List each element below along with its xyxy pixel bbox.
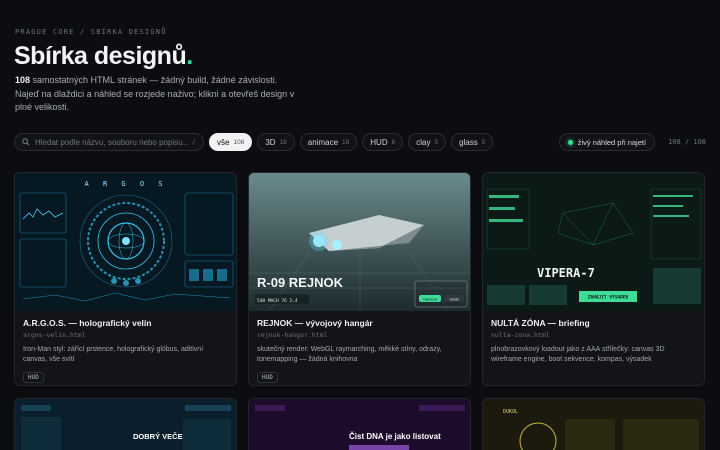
design-card[interactable]: A R G O S A.R.G.O.S. — holografický velí… [14,172,237,386]
filter-label: HUD [370,137,388,147]
card-description: Iron-Man styl: zářící prstence, holograf… [23,346,204,363]
dukol-preview: DUKOL [483,399,704,450]
breadcrumb: PRAGUE CORE / SBÍRKA DESIGNŮ [15,28,167,36]
filter-label: clay [416,137,431,147]
thumb-heading: DUKOL [503,409,518,415]
card-filename: nulta-zona.html [491,331,550,339]
filter-label: animace [307,137,339,147]
rejnok-hangar-preview: R-09 REJNOK 540 MACH 76 2,4 Objednat Det… [249,173,470,311]
filter-animace[interactable]: animace 18 [299,133,358,151]
card-info: NULTÁ ZÓNA — briefing nulta-zona.html pl… [483,311,704,383]
intro-rest: samostatných HTML stránek — žádný build,… [15,75,295,112]
card-info: REJNOK — vývojový hangár rejnok-hangar.h… [249,311,470,385]
filter-count: 18 [342,138,350,146]
filter-count: 5 [481,138,486,146]
filter-all[interactable]: vše 108 [209,133,253,151]
result-count: 108 / 108 [668,138,706,146]
search-box[interactable]: / [14,133,204,151]
filter-count: 5 [434,138,439,146]
thumb-heading: A R G O S [85,180,168,188]
filter-count: 6 [391,138,396,146]
evening-dashboard-preview: DOBRÝ VEČER, ADAME [15,399,236,450]
card-title: REJNOK — vývojový hangár [257,318,373,328]
design-card[interactable]: R-09 REJNOK 540 MACH 76 2,4 Objednat Det… [248,172,471,386]
card-description: plnobrazovkový loadout jako z AAA stříle… [491,346,665,363]
dna-preview: Čist DNA je jako listovat [249,399,470,450]
card-filename: argos-velin.html [23,331,86,339]
thumb-heading: R-09 REJNOK [257,275,344,290]
design-card[interactable]: Čist DNA je jako listovat [248,398,471,450]
filter-label: 3D [265,137,276,147]
card-thumbnail: DOBRÝ VEČER, ADAME [15,399,236,450]
thumb-stats: 540 MACH 76 2,4 [257,298,298,304]
thumb-cta: ZAHÁJIT VÝSADEK [588,294,629,301]
card-thumbnail: VIPERA-7 ZAHÁJIT VÝSADEK [483,173,704,311]
live-preview-label: živý náhled při najetí [577,137,647,147]
card-thumbnail: DUKOL [483,399,704,450]
live-indicator-icon [567,139,573,145]
search-icon [22,138,30,146]
filter-count: 18 [279,138,287,146]
design-card[interactable]: DUKOL [482,398,705,450]
filter-hud[interactable]: HUD 6 [362,133,404,151]
thumb-btn-order: Objednat [423,298,437,302]
page-title-text: Sbírka designů [14,42,187,70]
search-input[interactable] [35,137,187,147]
card-tag: HUD [257,372,278,383]
card-thumbnail: A R G O S [15,173,236,311]
design-card[interactable]: DOBRÝ VEČER, ADAME [14,398,237,450]
card-info: A.R.G.O.S. — holografický velín argos-ve… [15,311,236,385]
card-title: A.R.G.O.S. — holografický velín [23,318,152,328]
search-shortcut: / [191,138,196,146]
filter-clay[interactable]: clay 5 [408,133,447,151]
card-title: NULTÁ ZÓNA — briefing [491,318,590,328]
design-card[interactable]: VIPERA-7 ZAHÁJIT VÝSADEK NULTÁ ZÓNA — br… [482,172,705,386]
card-thumbnail: Čist DNA je jako listovat [249,399,470,450]
intro-text: 108 samostatných HTML stránek — žádný bu… [15,74,300,115]
thumb-heading: Čist DNA je jako listovat [349,432,441,441]
filter-glass[interactable]: glass 5 [451,133,494,151]
live-preview-toggle[interactable]: živý náhled při najetí [558,133,656,151]
argos-hud-preview: A R G O S [15,173,236,311]
filter-3d[interactable]: 3D 18 [257,133,295,151]
filter-label: vše [217,137,230,147]
card-description: skutečný render: WebGL raymarching, měkk… [257,346,442,363]
card-tag: HUD [23,372,44,383]
title-accent-dot: . [186,42,193,70]
thumb-btn-detail: Detail [450,298,459,302]
intro-count: 108 [15,75,31,85]
toolbar: / vše108 3D18 animace18 HUD6 clay5 glass… [14,133,706,151]
filter-label: glass [459,137,478,147]
card-filename: rejnok-hangar.html [257,331,328,339]
filter-count: 108 [233,138,245,146]
thumb-heading: VIPERA-7 [537,266,595,280]
nulta-zona-preview: VIPERA-7 ZAHÁJIT VÝSADEK [483,173,704,311]
page-title: Sbírka designů. [14,42,193,71]
card-thumbnail: R-09 REJNOK 540 MACH 76 2,4 Objednat Det… [249,173,470,311]
